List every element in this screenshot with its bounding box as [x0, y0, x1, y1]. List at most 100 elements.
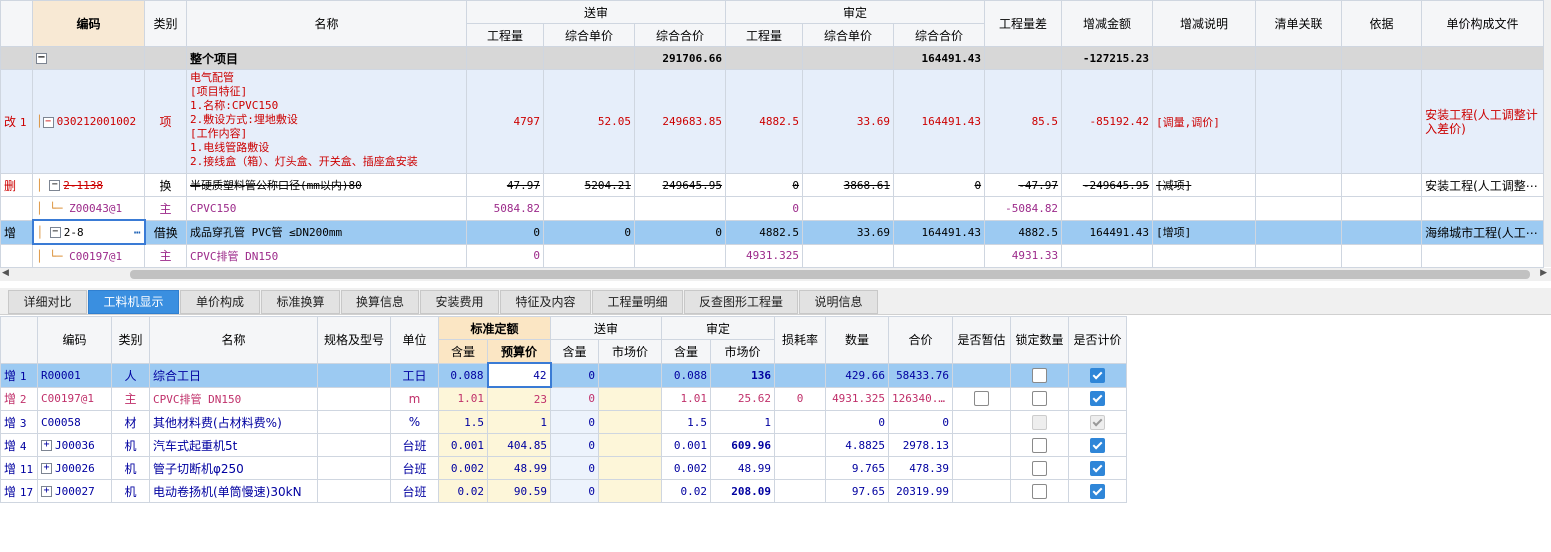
- header-quantity[interactable]: 数量: [825, 316, 890, 364]
- approved-market-price[interactable]: 48.99: [710, 456, 776, 480]
- submit-unit-price[interactable]: 52.05: [543, 69, 635, 174]
- header-code[interactable]: 编码: [32, 0, 145, 47]
- tab-unit-price-composition[interactable]: 单价构成: [180, 290, 260, 314]
- header-approved-total[interactable]: 综合合价: [893, 23, 986, 47]
- approved-content[interactable]: 0.02: [661, 479, 712, 503]
- tab-standard-conversion[interactable]: 标准换算: [261, 290, 340, 314]
- header-std-content[interactable]: 含量: [438, 339, 488, 364]
- submit-content[interactable]: 0: [550, 410, 600, 434]
- header-approved-qty[interactable]: 工程量: [725, 23, 804, 47]
- header-list-link[interactable]: 清单关联: [1255, 0, 1343, 47]
- price-file[interactable]: 安装工程(人工调整⋯: [1421, 173, 1545, 197]
- basis[interactable]: [1341, 69, 1423, 174]
- collapse-icon[interactable]: −: [36, 53, 47, 64]
- std-budget-price-input[interactable]: 42: [486, 362, 552, 388]
- priced-checkbox[interactable]: [1090, 391, 1106, 407]
- table-row[interactable]: 增 4 + J00036 机 汽车式起重机5t 台班 0.001 404.85 0…: [0, 433, 1128, 457]
- row-code[interactable]: │ −2-8 ⋯: [31, 219, 146, 245]
- change-note[interactable]: [调量,调价]: [1152, 69, 1257, 174]
- header-name[interactable]: 名称: [186, 0, 467, 47]
- approved-content[interactable]: 0.088: [661, 362, 712, 388]
- provisional-checkbox[interactable]: [974, 391, 990, 407]
- table-row[interactable]: 增 3 C00058 材 其他材料费(占材料费%) % 1.5 1 0 1.5 …: [0, 410, 1128, 434]
- header-name[interactable]: 名称: [149, 316, 318, 364]
- header-lock-qty[interactable]: 锁定数量: [1010, 316, 1070, 364]
- price-file[interactable]: 海绵城市工程(人工⋯: [1421, 219, 1545, 245]
- table-row-item[interactable]: 改 1 │ −030212001002 项 电气配管 [项目特征] 1.名称:CP…: [0, 69, 1545, 174]
- expand-icon[interactable]: +: [41, 463, 52, 474]
- std-budget-price[interactable]: 1: [486, 410, 552, 434]
- lock-qty-checkbox[interactable]: [1032, 367, 1048, 383]
- horizontal-scrollbar[interactable]: ◀ ▶: [0, 268, 1551, 281]
- header-approved-market-price[interactable]: 市场价: [710, 339, 776, 364]
- submit-qty[interactable]: 0: [466, 219, 544, 245]
- submit-market-price[interactable]: [598, 433, 663, 457]
- approved-market-price[interactable]: 208.09: [710, 479, 776, 503]
- tab-installation-fee[interactable]: 安装费用: [420, 290, 499, 314]
- loss-rate[interactable]: [774, 433, 827, 457]
- header-std-budget-price[interactable]: 预算价: [486, 339, 552, 364]
- table-row[interactable]: 增 1 R00001 人 综合工日 工日 0.088 42 0 0.088 13…: [0, 362, 1128, 388]
- approved-unit-price[interactable]: 33.69: [802, 219, 895, 245]
- approved-market-price[interactable]: 1: [710, 410, 776, 434]
- lock-qty-checkbox[interactable]: [1032, 437, 1048, 453]
- table-row[interactable]: 增 17 + J00027 机 电动卷扬机(单筒慢速)30kN 台班 0.02 9…: [0, 479, 1128, 503]
- loss-rate[interactable]: [774, 456, 827, 480]
- header-basis[interactable]: 依据: [1341, 0, 1423, 47]
- table-row-material[interactable]: │ └─ C00197@1 主 CPVC排管 DN150 0 4931.325 …: [0, 243, 1545, 268]
- tab-labor-material-machine[interactable]: 工料机显示: [88, 290, 179, 314]
- header-type[interactable]: 类别: [144, 0, 187, 47]
- lock-qty-checkbox[interactable]: [1032, 391, 1048, 407]
- header-change-note[interactable]: 增减说明: [1152, 0, 1257, 47]
- submit-market-price[interactable]: [598, 456, 663, 480]
- std-budget-price[interactable]: 90.59: [486, 479, 552, 503]
- approved-content[interactable]: 0.001: [661, 433, 712, 457]
- header-loss-rate[interactable]: 损耗率: [774, 316, 827, 364]
- std-budget-price[interactable]: 404.85: [486, 433, 552, 457]
- tab-description-info[interactable]: 说明信息: [799, 290, 878, 314]
- expand-icon[interactable]: +: [41, 486, 52, 497]
- submit-market-price[interactable]: [598, 410, 663, 434]
- table-row-project-total[interactable]: − 整个项目 291706.66 164491.43 -127215.23: [0, 46, 1545, 70]
- std-budget-price[interactable]: 23: [486, 386, 552, 411]
- header-submit-unit-price[interactable]: 综合单价: [543, 23, 635, 47]
- loss-rate[interactable]: [774, 362, 827, 388]
- more-icon[interactable]: ⋯: [134, 226, 141, 239]
- scrollbar-thumb[interactable]: [130, 270, 1530, 279]
- vertical-scrollbar[interactable]: [1544, 0, 1551, 267]
- table-row-selected[interactable]: 增 │ −2-8 ⋯ 借换 成品穿孔管 PVC管 ≤DN200mm 0 0 0 4…: [0, 219, 1545, 245]
- collapse-icon[interactable]: −: [49, 227, 61, 238]
- price-file[interactable]: 安装工程(人工调整计入差价): [1421, 69, 1545, 174]
- header-spec[interactable]: 规格及型号: [317, 316, 391, 364]
- header-priced[interactable]: 是否计价: [1068, 316, 1128, 364]
- table-row-material[interactable]: │ └─ Z00043@1 主 CPVC150 5084.82 0 -5084.…: [0, 196, 1545, 221]
- list-link[interactable]: [1255, 69, 1343, 174]
- submit-content[interactable]: 0: [550, 479, 600, 503]
- scroll-left-icon[interactable]: ◀: [2, 268, 9, 278]
- submit-unit-price[interactable]: 0: [543, 219, 635, 245]
- header-approved-unit-price[interactable]: 综合单价: [802, 23, 895, 47]
- header-submit-qty[interactable]: 工程量: [466, 23, 544, 47]
- header-submit-total[interactable]: 综合合价: [633, 23, 727, 47]
- table-row-deleted[interactable]: 删 │ −2-1138 换 半硬质塑料管公称口径(mm以内)80 47.97 5…: [0, 173, 1545, 197]
- approved-market-price[interactable]: 609.96: [710, 433, 776, 457]
- expand-icon[interactable]: +: [41, 440, 52, 451]
- lock-qty-checkbox[interactable]: [1032, 460, 1048, 476]
- header-code[interactable]: 编码: [37, 316, 112, 364]
- approved-content[interactable]: 1.01: [661, 386, 712, 411]
- loss-rate[interactable]: 0: [774, 386, 827, 411]
- header-approved-content[interactable]: 含量: [661, 339, 712, 364]
- approved-market-price[interactable]: 25.62: [710, 386, 776, 411]
- std-budget-price[interactable]: 48.99: [486, 456, 552, 480]
- lock-qty-checkbox[interactable]: [1032, 483, 1048, 499]
- priced-checkbox[interactable]: [1090, 437, 1106, 453]
- priced-checkbox[interactable]: [1090, 483, 1106, 499]
- table-row[interactable]: 增 2 C00197@1 主 CPVC排管 DN150 m 1.01 23 0 …: [0, 386, 1128, 411]
- header-amount-change[interactable]: 增减金额: [1061, 0, 1154, 47]
- table-row[interactable]: 增 11 + J00026 机 管子切断机φ250 台班 0.002 48.99 …: [0, 456, 1128, 480]
- scroll-right-icon[interactable]: ▶: [1540, 268, 1547, 278]
- collapse-icon[interactable]: −: [42, 116, 54, 128]
- header-price-file[interactable]: 单价构成文件: [1421, 0, 1545, 47]
- tab-detail-compare[interactable]: 详细对比: [8, 290, 87, 314]
- header-qty-diff[interactable]: 工程量差: [984, 0, 1063, 47]
